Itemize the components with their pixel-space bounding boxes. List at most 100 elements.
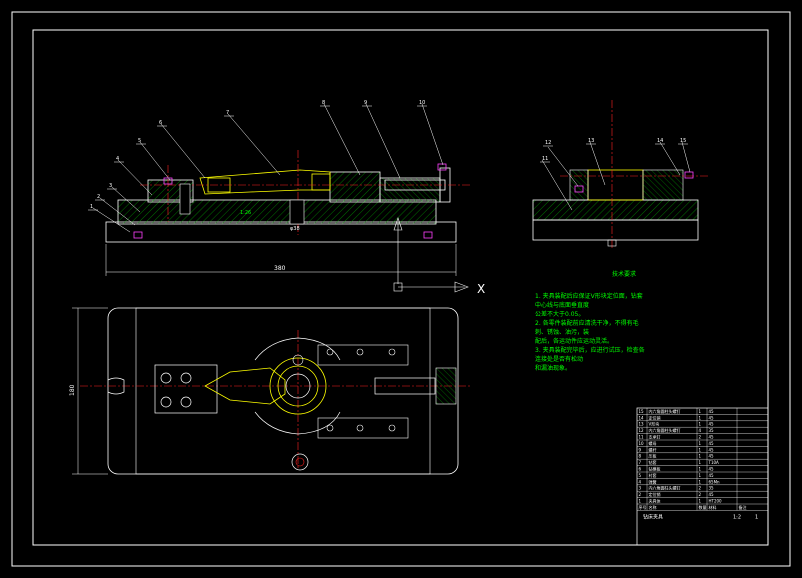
small-dim: 1:26 [240, 210, 251, 216]
height-dim: 180 [69, 384, 76, 396]
title-block-cell: 45 [709, 441, 715, 446]
part-number-10: 10 [419, 100, 425, 106]
title-block-cell: 6 [639, 467, 642, 472]
title-block-cell: 支承钉 [649, 434, 661, 440]
part-number-13: 13 [588, 138, 594, 144]
part-number-4: 4 [116, 156, 119, 162]
title-block-cell: HT200 [709, 499, 723, 504]
title-block-cell: 35 [709, 428, 715, 433]
title-block-cell: 45 [709, 447, 715, 452]
title-block-cell: 45 [709, 467, 715, 472]
title-block-cell: 定位销 [649, 491, 661, 497]
title-block-cell: 2 [699, 492, 702, 497]
title-block-cell: 螺杆 [649, 446, 657, 452]
part-number-12: 12 [545, 140, 551, 146]
title-block-cell: 弹簧 [649, 478, 657, 484]
title-block-cell: 13 [639, 422, 645, 427]
note-line: 3. 夹具装配完毕后，应进行试压，检查各连接处是否有松动 [535, 347, 645, 363]
note-line: 配后，各运动件应运动灵活。 [535, 338, 614, 345]
title-block-cell: 45 [709, 422, 715, 427]
title-block-cell: 45 [709, 409, 715, 414]
part-number-8: 8 [322, 100, 325, 106]
part-number-6: 6 [159, 120, 162, 126]
note-line: 1. 夹具装配后应保证V形块定位面，钻套中心线与底面垂直度 [535, 293, 643, 309]
title-block-cell: 夹具体 [649, 498, 661, 504]
x-axis-label: X [477, 282, 485, 296]
title-block-cell: 1 [699, 499, 702, 504]
diameter-dim: φ38 [290, 226, 300, 232]
title-block-cell: 8 [639, 454, 642, 459]
title-block-cell: 2 [639, 492, 642, 497]
notes-title: 技术要求 [612, 270, 636, 278]
part-number-11: 11 [542, 156, 548, 162]
part-number-14: 14 [657, 138, 663, 144]
title-block-title: 钻床夹具 [643, 513, 663, 520]
title-block-cell: 内六角圆柱头螺钉 [649, 427, 681, 433]
title-block-cell: 3 [639, 486, 642, 491]
title-block-cell: 15 [639, 409, 645, 414]
title-block-cell: 45 [709, 473, 715, 478]
outer-frame [11, 11, 791, 567]
title-block-cell: 1 [699, 441, 702, 446]
title-block-cell: 45 [709, 454, 715, 459]
title-block-cell: 45 [709, 435, 715, 440]
title-block-cell: 钻套 [649, 459, 657, 465]
title-block-cell: 12 [639, 428, 645, 433]
title-block-cell: 5 [639, 473, 642, 478]
title-block-cell: 定位销 [649, 414, 661, 420]
title-block-cell: 11 [639, 435, 645, 440]
title-block-cell: 35 [709, 486, 715, 491]
title-block-sheet: 1 [755, 514, 758, 520]
title-block-cell: 9 [639, 447, 642, 452]
title-block-cell: 名称 [649, 504, 657, 510]
note-line: 和漏油现象。 [535, 365, 572, 372]
title-block-cell: 14 [639, 415, 645, 420]
part-number-5: 5 [138, 138, 141, 144]
title-block-cell: 1 [639, 499, 642, 504]
title-block-cell: 7 [639, 460, 642, 465]
title-block-scale: 1:2 [733, 514, 741, 520]
cad-drawing: 12345678 9 101112 13 14 15 380 180 φ38 1:26 X… [11, 11, 791, 567]
title-block-cell: 内六角圆柱头螺钉 [649, 485, 681, 491]
title-block: 15 内六角圆柱头螺钉 1 4514 定位销 1 4513 V形块 1 4512 内六角圆柱头螺钉 4… [636, 407, 769, 546]
part-number-1: 1 [90, 204, 93, 210]
top-view [72, 307, 470, 475]
title-block-cell: 钻模板 [649, 466, 661, 472]
title-block-cell: 45 [709, 492, 715, 497]
title-block-cell: 4 [699, 428, 702, 433]
overall-length-dim: 380 [274, 265, 286, 272]
title-block-cell: 备注 [739, 504, 747, 510]
title-block-cell: 1 [699, 479, 702, 484]
title-block-cell: V形块 [649, 421, 660, 427]
title-block-cell: 材料 [709, 504, 717, 510]
title-block-cell: 65Mn [709, 479, 721, 484]
front-section-view [92, 103, 470, 293]
title-block-cell: 螺母 [649, 440, 657, 446]
title-block-cell: 2 [699, 486, 702, 491]
part-number-3: 3 [109, 183, 112, 189]
title-block-cell: 2 [699, 435, 702, 440]
title-block-cell: T10A [708, 460, 720, 465]
part-number-15: 15 [680, 138, 686, 144]
technical-notes: 1. 夹具装配后应保证V形块定位面，钻套中心线与底面垂直度 公差不大于0.05。… [535, 292, 645, 373]
title-block-cell: 1 [699, 454, 702, 459]
part-number-7: 7 [226, 110, 229, 116]
note-line: 2. 各零件装配前应清洗干净，不得有毛刺、锈蚀、油污，装 [535, 320, 639, 336]
note-line: 公差不大于0.05。 [535, 311, 585, 318]
part-number-2: 2 [97, 194, 100, 200]
part-number-9: 9 [364, 100, 367, 106]
title-block-cell: 45 [709, 415, 715, 420]
title-block-cell: 1 [699, 447, 702, 452]
title-block-cell: 压板 [649, 453, 657, 459]
title-block-cell: 内六角圆柱头螺钉 [649, 408, 681, 414]
title-block-cell: 1 [699, 409, 702, 414]
title-block-cell: 序号 [639, 504, 647, 510]
side-section-view [532, 100, 710, 250]
title-block-cell: 1 [699, 460, 702, 465]
title-block-cell: 1 [699, 415, 702, 420]
title-block-cell: 10 [639, 441, 645, 446]
title-block-cell: 1 [699, 467, 702, 472]
title-block-cell: 衬套 [649, 472, 657, 478]
title-block-cell: 1 [699, 473, 702, 478]
title-block-cell: 1 [699, 422, 702, 427]
